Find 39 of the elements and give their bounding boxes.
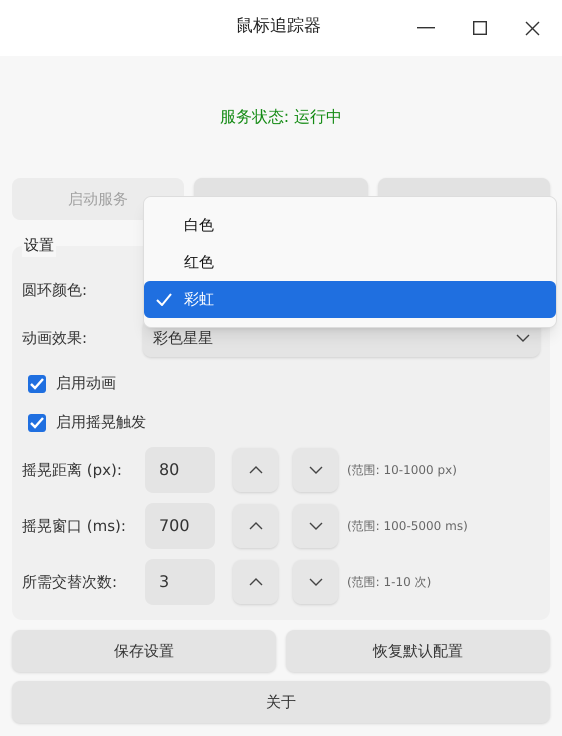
decrement-button[interactable]	[293, 560, 338, 604]
chevron-down-icon	[308, 466, 322, 474]
action-button[interactable]: 保存设置	[12, 630, 276, 672]
check-icon	[156, 293, 172, 306]
chevron-down-icon	[308, 522, 322, 530]
checkbox[interactable]	[28, 374, 46, 392]
increment-button[interactable]	[233, 448, 278, 492]
increment-button[interactable]	[233, 504, 278, 548]
ring-color-label: 圆环颜色:	[22, 280, 88, 301]
animation-label: 动画效果:	[22, 328, 88, 349]
maximize-icon[interactable]	[473, 21, 487, 35]
decrement-button[interactable]	[293, 448, 338, 492]
spinner-label: 所需交替次数:	[22, 572, 118, 593]
chevron-down-icon	[308, 578, 322, 586]
spinner-label: 摇晃距离 (px):	[22, 460, 123, 481]
increment-button[interactable]	[233, 560, 278, 604]
chevron-down-icon	[516, 334, 530, 342]
minimize-icon[interactable]	[417, 27, 435, 29]
dropdown-option[interactable]: 红色	[144, 244, 556, 281]
dropdown-option[interactable]: 彩虹	[144, 281, 556, 318]
decrement-button[interactable]	[293, 504, 338, 548]
checkbox-label: 启用摇晃触发	[56, 412, 146, 434]
number-field[interactable]: 3	[145, 559, 215, 605]
chevron-up-icon	[248, 522, 262, 530]
range-hint: (范围: 10-1000 px)	[347, 462, 457, 479]
checkbox[interactable]	[28, 414, 46, 432]
range-hint: (范围: 1-10 次)	[347, 574, 432, 591]
action-button[interactable]: 恢复默认配置	[286, 630, 550, 672]
chevron-up-icon	[248, 466, 262, 474]
chevron-up-icon	[248, 578, 262, 586]
range-hint: (范围: 100-5000 ms)	[347, 518, 468, 535]
close-icon[interactable]	[525, 20, 540, 36]
number-field[interactable]: 80	[145, 447, 215, 493]
checkbox-label: 启用动画	[56, 373, 116, 394]
about-button[interactable]: 关于	[12, 681, 550, 723]
number-field[interactable]: 700	[145, 503, 215, 549]
spinner-label: 摇晃窗口 (ms):	[22, 516, 127, 537]
window-title: 鼠标追踪器	[236, 15, 321, 38]
service-status: 服务状态: 运行中	[220, 106, 342, 128]
